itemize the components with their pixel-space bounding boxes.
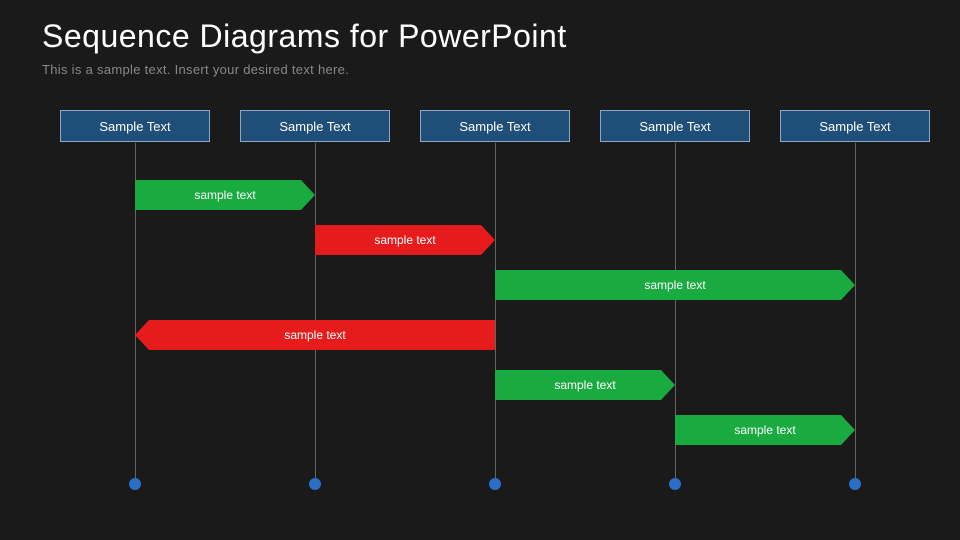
- lifeline-end-dot: [309, 478, 321, 490]
- slide-title: Sequence Diagrams for PowerPoint: [42, 18, 567, 55]
- message-arrow: sample text: [135, 320, 495, 350]
- lifeline-end-dot: [669, 478, 681, 490]
- lane-header: Sample Text: [420, 110, 570, 142]
- lifeline: [855, 143, 856, 483]
- message-arrow: sample text: [315, 225, 495, 255]
- slide: Sequence Diagrams for PowerPoint This is…: [0, 0, 960, 540]
- slide-subtitle: This is a sample text. Insert your desir…: [42, 62, 349, 77]
- lifeline-end-dot: [129, 478, 141, 490]
- lane-header: Sample Text: [240, 110, 390, 142]
- lane-header: Sample Text: [600, 110, 750, 142]
- lifeline-end-dot: [849, 478, 861, 490]
- lifeline: [315, 143, 316, 483]
- lifeline-end-dot: [489, 478, 501, 490]
- lane-header: Sample Text: [60, 110, 210, 142]
- message-arrow: sample text: [675, 415, 855, 445]
- message-arrow: sample text: [495, 270, 855, 300]
- lifeline: [495, 143, 496, 483]
- lane-header: Sample Text: [780, 110, 930, 142]
- message-arrow: sample text: [135, 180, 315, 210]
- message-arrow: sample text: [495, 370, 675, 400]
